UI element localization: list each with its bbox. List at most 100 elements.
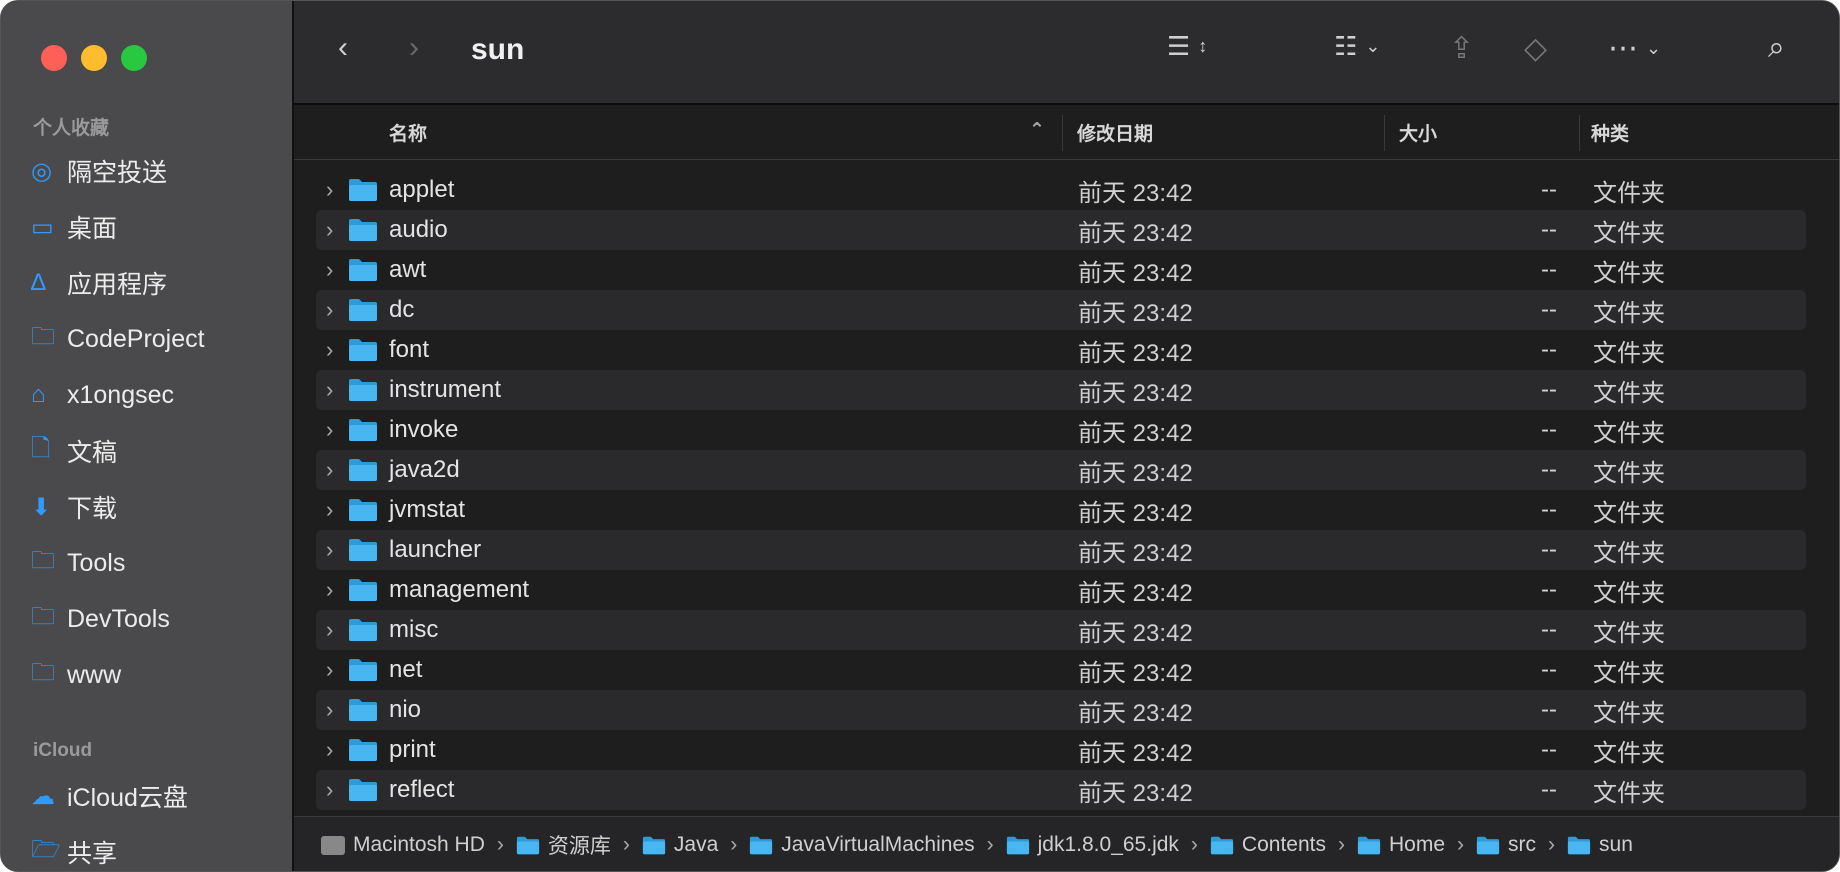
sidebar-item[interactable]: ∆ 应用程序	[31, 263, 167, 303]
updown-chevron-icon: ↕	[1198, 36, 1208, 56]
table-row[interactable]: › java2d 前天 23:42 -- 文件夹	[316, 450, 1806, 490]
sidebar-item-label: 应用程序	[67, 271, 168, 299]
folder-icon	[348, 178, 378, 202]
close-button[interactable]	[41, 45, 67, 71]
table-row[interactable]: › audio 前天 23:42 -- 文件夹	[316, 210, 1806, 250]
sidebar-item[interactable]: 🗀 www	[31, 655, 121, 695]
sidebar-item[interactable]: ⌂ x1ongsec	[31, 375, 174, 415]
table-row[interactable]: › management 前天 23:42 -- 文件夹	[316, 570, 1806, 610]
disclosure-chevron-icon[interactable]: ›	[326, 537, 333, 563]
path-item[interactable]: sun	[1567, 833, 1633, 857]
disclosure-chevron-icon[interactable]: ›	[326, 217, 333, 243]
file-name: management	[389, 576, 530, 603]
disclosure-chevron-icon[interactable]: ›	[326, 297, 333, 323]
disclosure-chevron-icon[interactable]: ›	[326, 737, 333, 763]
sidebar-item[interactable]: 🗀 Tools	[31, 543, 125, 583]
search-button[interactable]: ⌕	[1768, 31, 1785, 65]
path-item[interactable]: Java	[642, 833, 718, 857]
back-button[interactable]: ‹	[338, 31, 348, 65]
sidebar-item[interactable]: ⬇ 下载	[31, 487, 117, 527]
table-row[interactable]: › dc 前天 23:42 -- 文件夹	[316, 290, 1806, 330]
file-name: font	[389, 336, 430, 363]
share-icon: ⇪	[1449, 32, 1475, 65]
path-item[interactable]: 资源库	[516, 830, 611, 860]
table-row[interactable]: › awt 前天 23:42 -- 文件夹	[316, 250, 1806, 290]
column-name[interactable]: 名称	[389, 119, 427, 146]
path-item[interactable]: src	[1476, 833, 1536, 857]
folder-icon	[348, 778, 378, 802]
table-row[interactable]: › jvmstat 前天 23:42 -- 文件夹	[316, 490, 1806, 530]
path-item[interactable]: JavaVirtualMachines	[749, 833, 975, 857]
sidebar-item-label: www	[67, 660, 122, 689]
sidebar-item-label: Tools	[67, 548, 126, 577]
table-row[interactable]: › misc 前天 23:42 -- 文件夹	[316, 610, 1806, 650]
sidebar-item[interactable]: ▭ 桌面	[31, 207, 117, 247]
file-size: --	[1541, 696, 1557, 723]
path-item[interactable]: Home	[1357, 833, 1445, 857]
folder-icon	[749, 836, 773, 855]
sidebar-item-label: iCloud云盘	[67, 784, 188, 812]
folder-icon	[348, 378, 378, 402]
disclosure-chevron-icon[interactable]: ›	[326, 377, 333, 403]
column-kind[interactable]: 种类	[1591, 119, 1629, 146]
folder-icon	[348, 538, 378, 562]
file-date: 前天 23:42	[1078, 379, 1193, 407]
path-item[interactable]: jdk1.8.0_65.jdk	[1006, 833, 1179, 857]
sidebar-item[interactable]: ☁ iCloud云盘	[31, 776, 188, 816]
table-row[interactable]: › nio 前天 23:42 -- 文件夹	[316, 690, 1806, 730]
file-name: launcher	[389, 536, 482, 563]
folder-icon	[348, 258, 378, 282]
path-separator-icon: ›	[622, 833, 630, 856]
disclosure-chevron-icon[interactable]: ›	[326, 617, 333, 643]
disclosure-chevron-icon[interactable]: ›	[326, 777, 333, 803]
sidebar-item[interactable]: 🗋 文稿	[31, 431, 117, 471]
disclosure-chevron-icon[interactable]: ›	[326, 417, 333, 443]
sidebar-item[interactable]: ◎ 隔空投送	[31, 151, 167, 191]
column-size[interactable]: 大小	[1399, 119, 1437, 146]
folder-icon	[1006, 836, 1030, 855]
disclosure-chevron-icon[interactable]: ›	[326, 697, 333, 723]
forward-button[interactable]: ›	[409, 31, 419, 65]
path-item[interactable]: Macintosh HD	[321, 833, 485, 857]
path-separator-icon: ›	[496, 833, 504, 856]
finder-window: 个人收藏 ◎ 隔空投送 ▭ 桌面 ∆ 应用程序 🗀 CodeProject ⌂ x1ongsec 🗋…	[0, 0, 1840, 872]
table-row[interactable]: › instrument 前天 23:42 -- 文件夹	[316, 370, 1806, 410]
table-row[interactable]: › invoke 前天 23:42 -- 文件夹	[316, 410, 1806, 450]
file-kind: 文件夹	[1593, 419, 1665, 447]
share-button[interactable]: ⇪	[1449, 31, 1474, 66]
desktop-icon: ▭	[31, 213, 54, 241]
table-row[interactable]: › reflect 前天 23:42 -- 文件夹	[316, 770, 1806, 810]
more-actions-button[interactable]: ⋯ ⌄	[1608, 31, 1661, 66]
table-row[interactable]: › launcher 前天 23:42 -- 文件夹	[316, 530, 1806, 570]
disclosure-chevron-icon[interactable]: ›	[326, 177, 333, 203]
sidebar-item-label: 文稿	[67, 439, 118, 467]
disclosure-chevron-icon[interactable]: ›	[326, 577, 333, 603]
table-row[interactable]: › net 前天 23:42 -- 文件夹	[316, 650, 1806, 690]
file-size: --	[1541, 776, 1557, 803]
minimize-button[interactable]	[81, 45, 107, 71]
sidebar-item[interactable]: 🗀 CodeProject	[31, 319, 205, 359]
tag-button[interactable]: ◇	[1524, 31, 1547, 66]
table-row[interactable]: › print 前天 23:42 -- 文件夹	[316, 730, 1806, 770]
sidebar-item[interactable]: 🗁 共享	[31, 832, 117, 871]
file-name: applet	[389, 176, 455, 203]
path-item[interactable]: Contents	[1210, 833, 1326, 857]
sidebar-item[interactable]: 🗀 DevTools	[31, 599, 170, 639]
folder-icon	[348, 418, 378, 442]
file-size: --	[1541, 736, 1557, 763]
column-date[interactable]: 修改日期	[1077, 119, 1153, 146]
group-button[interactable]: ☷ ⌄	[1334, 31, 1380, 62]
folder-icon	[642, 836, 666, 855]
table-row[interactable]: › font 前天 23:42 -- 文件夹	[316, 330, 1806, 370]
disclosure-chevron-icon[interactable]: ›	[326, 257, 333, 283]
disclosure-chevron-icon[interactable]: ›	[326, 497, 333, 523]
disclosure-chevron-icon[interactable]: ›	[326, 457, 333, 483]
folder-icon: 🗀	[31, 658, 55, 686]
view-options-button[interactable]: ☰ ↕	[1167, 31, 1207, 62]
zoom-button[interactable]	[121, 45, 147, 71]
disclosure-chevron-icon[interactable]: ›	[326, 337, 333, 363]
table-row[interactable]: › applet 前天 23:42 -- 文件夹	[316, 170, 1806, 210]
file-kind: 文件夹	[1593, 579, 1665, 607]
path-item-label: 资源库	[547, 835, 611, 858]
disclosure-chevron-icon[interactable]: ›	[326, 657, 333, 683]
